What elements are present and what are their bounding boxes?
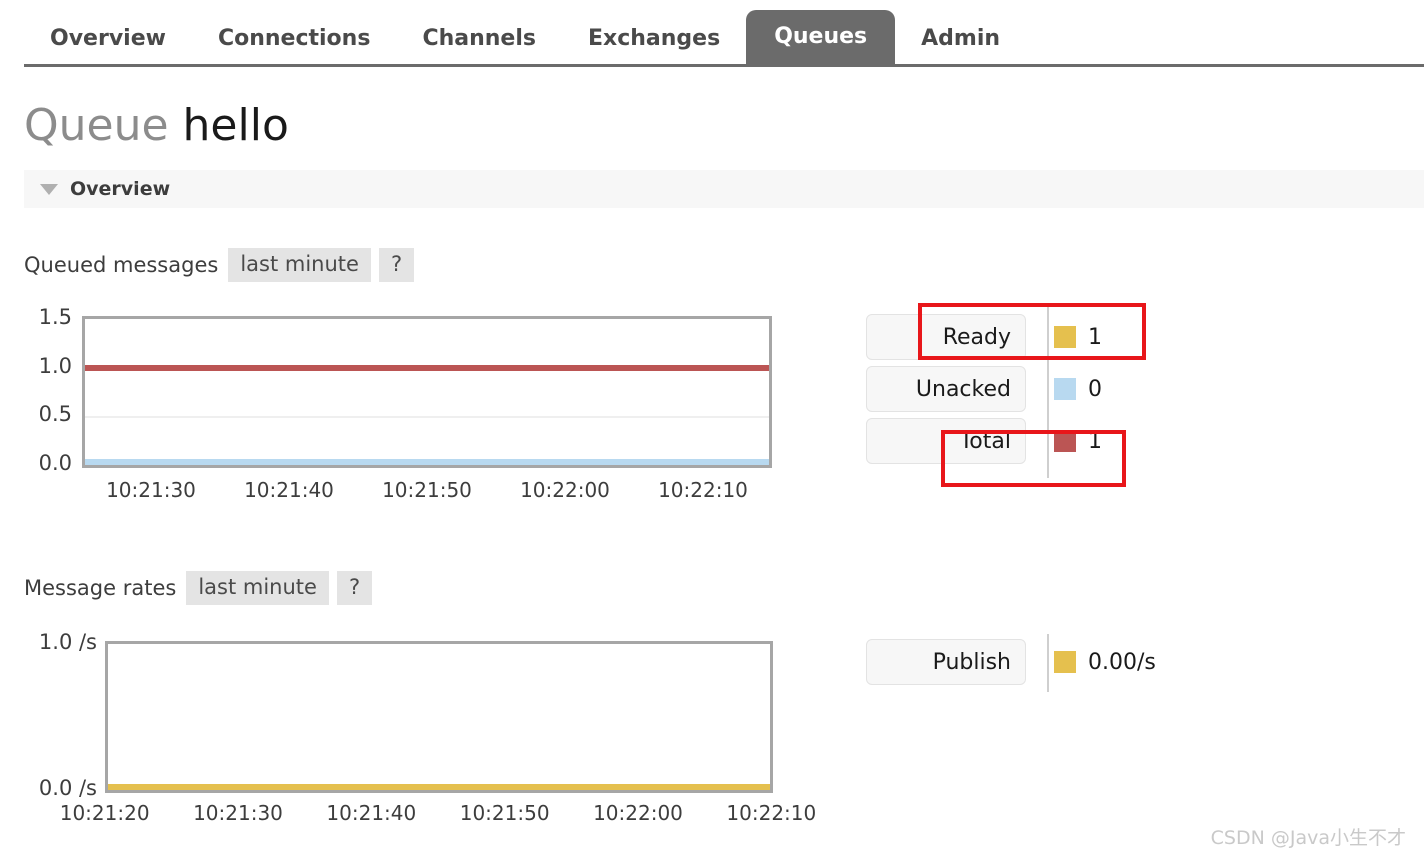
x-axis-tick: 10:22:00: [593, 801, 683, 825]
nav-tab-overview[interactable]: Overview: [24, 14, 192, 66]
x-axis-tick: 10:21:50: [459, 801, 550, 825]
rabbitmq-management-page: Overview Connections Channels Exchanges Queu…: [0, 0, 1424, 864]
x-axis-tick: 10:21:30: [106, 478, 196, 502]
overview-section-label: Overview: [70, 178, 171, 200]
legend-row-ready: Ready 1: [866, 311, 1102, 363]
series-line-total: [85, 364, 769, 371]
message-rates-caption: Message rates last minute ?: [24, 571, 373, 605]
message-rates-help-button[interactable]: ?: [336, 571, 373, 605]
queue-name: hello: [182, 100, 289, 151]
message-rates-legend-divider: [1047, 634, 1049, 692]
x-axis-tick: 10:22:10: [658, 478, 748, 502]
x-axis-tick: 10:21:40: [244, 478, 334, 502]
main-navigation: Overview Connections Channels Exchanges Queu…: [0, 0, 1424, 67]
legend-button-unacked[interactable]: Unacked: [866, 366, 1026, 412]
legend-number-unacked: 0: [1088, 376, 1102, 402]
legend-row-total: Total 1: [866, 415, 1102, 467]
page-title-prefix: Queue: [24, 100, 169, 151]
nav-tab-list: Overview Connections Channels Exchanges Queu…: [24, 6, 1026, 66]
legend-value-publish: 0.00/s: [1054, 650, 1156, 675]
nav-tab-channels[interactable]: Channels: [396, 14, 562, 66]
message-rates-label: Message rates: [24, 576, 177, 600]
legend-value-unacked: 0: [1054, 377, 1102, 402]
x-axis-tick: 10:21:50: [382, 478, 472, 502]
y-axis-tick: 0.0: [38, 451, 72, 475]
legend-value-total: 1: [1054, 429, 1102, 454]
x-axis-tick: 10:21:20: [59, 801, 150, 825]
nav-tab-queues[interactable]: Queues: [746, 10, 896, 66]
legend-value-ready: 1: [1054, 325, 1102, 350]
queued-messages-label: Queued messages: [24, 253, 219, 277]
legend-row-publish: Publish 0.00/s: [866, 636, 1156, 688]
legend-number-publish: 0.00/s: [1088, 649, 1156, 675]
nav-tab-admin[interactable]: Admin: [895, 14, 1026, 66]
page-title: Queue hello: [24, 104, 289, 148]
legend-button-ready[interactable]: Ready: [866, 314, 1026, 360]
x-axis-tick: 10:22:10: [726, 801, 817, 825]
triangle-down-icon[interactable]: [40, 183, 58, 195]
series-line-unacked: [85, 459, 769, 465]
queued-messages-legend-divider: [1047, 306, 1049, 478]
legend-number-ready: 1: [1088, 324, 1102, 350]
legend-swatch-unacked: [1054, 378, 1076, 400]
legend-swatch-ready: [1054, 326, 1076, 348]
message-rates-plot: [105, 641, 773, 793]
y-axis-tick: 1.0: [38, 353, 72, 378]
queued-messages-help-button[interactable]: ?: [378, 248, 415, 282]
overview-section-header[interactable]: Overview: [24, 170, 1424, 208]
watermark: CSDN @Java小生不才: [1210, 827, 1406, 849]
message-rates-legend: Publish 0.00/s: [866, 636, 1156, 688]
message-rates-block: Message rates last minute ?: [24, 571, 373, 605]
y-axis-tick: 1.5: [38, 305, 72, 329]
legend-number-total: 1: [1088, 428, 1102, 454]
legend-row-unacked: Unacked 0: [866, 363, 1102, 415]
y-axis-tick: 1.0 /s: [38, 630, 97, 654]
nav-bottom-rule: [24, 64, 1424, 67]
legend-button-publish[interactable]: Publish: [866, 639, 1026, 685]
queued-messages-caption: Queued messages last minute ?: [24, 248, 415, 282]
queued-messages-legend: Ready 1 Unacked 0 Total 1: [866, 311, 1102, 467]
y-axis-tick: 0.0 /s: [38, 776, 97, 800]
x-axis-tick: 10:21:30: [193, 801, 283, 825]
nav-tab-connections[interactable]: Connections: [192, 14, 396, 66]
x-axis-tick: 10:22:00: [520, 478, 610, 502]
x-axis-tick: 10:21:40: [326, 801, 417, 825]
queued-messages-period-button[interactable]: last minute: [228, 248, 371, 282]
queued-messages-block: Queued messages last minute ?: [24, 248, 415, 282]
legend-button-total[interactable]: Total: [866, 418, 1026, 464]
series-line-publish: [108, 784, 770, 790]
gridline: [85, 416, 769, 419]
legend-swatch-total: [1054, 430, 1076, 452]
y-axis-tick: 0.5: [38, 402, 72, 427]
legend-swatch-publish: [1054, 651, 1076, 673]
queued-messages-plot: [82, 316, 772, 468]
message-rates-period-button[interactable]: last minute: [186, 571, 329, 605]
nav-tab-exchanges[interactable]: Exchanges: [562, 14, 746, 66]
